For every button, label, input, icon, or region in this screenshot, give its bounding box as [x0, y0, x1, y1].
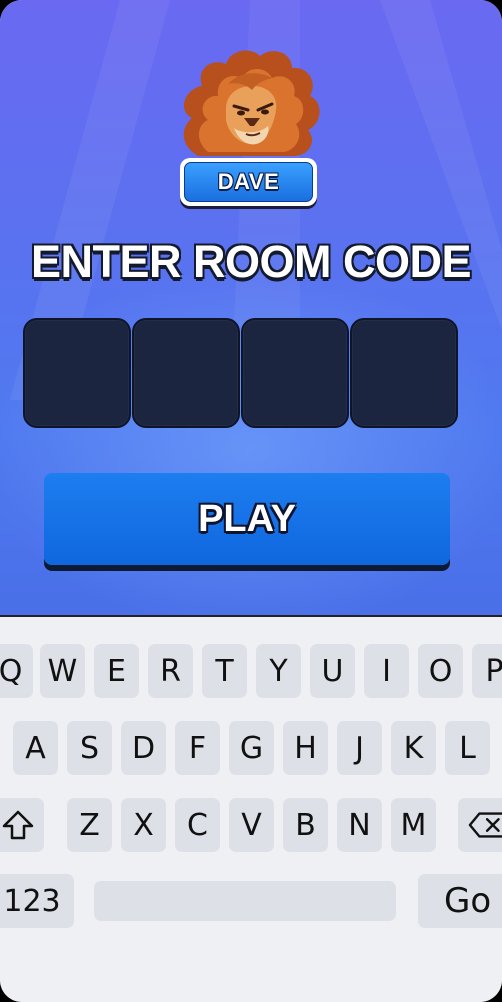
code-box-1[interactable]	[23, 318, 131, 428]
player-name: DAVE	[217, 169, 280, 194]
key-m[interactable]: M	[391, 798, 436, 852]
space-key[interactable]	[94, 881, 396, 921]
key-k[interactable]: K	[391, 721, 436, 775]
key-d[interactable]: D	[121, 721, 166, 775]
code-box-3[interactable]	[241, 318, 349, 428]
key-s[interactable]: S	[67, 721, 112, 775]
key-f[interactable]: F	[175, 721, 220, 775]
on-screen-keyboard: Q W E R T Y U I O P A S D F G H J K L Z …	[0, 617, 502, 1002]
phone-screen: DAVE ENTER ROOM CODE PLAY Q W E R T Y U …	[0, 0, 502, 1002]
shift-icon	[2, 810, 34, 840]
key-v[interactable]: V	[229, 798, 274, 852]
key-e[interactable]: E	[94, 644, 139, 698]
key-y[interactable]: Y	[256, 644, 301, 698]
key-w[interactable]: W	[40, 644, 85, 698]
code-box-2[interactable]	[132, 318, 240, 428]
key-r[interactable]: R	[148, 644, 193, 698]
key-a[interactable]: A	[13, 721, 58, 775]
key-b[interactable]: B	[283, 798, 328, 852]
key-g[interactable]: G	[229, 721, 274, 775]
key-c[interactable]: C	[175, 798, 220, 852]
page-title: ENTER ROOM CODE	[30, 236, 472, 287]
key-o[interactable]: O	[418, 644, 463, 698]
key-i[interactable]: I	[364, 644, 409, 698]
lion-avatar-icon	[183, 50, 320, 156]
shift-key[interactable]	[0, 798, 44, 852]
code-box-4[interactable]	[350, 318, 458, 428]
player-name-badge: DAVE	[180, 158, 317, 206]
key-u[interactable]: U	[310, 644, 355, 698]
key-x[interactable]: X	[121, 798, 166, 852]
key-h[interactable]: H	[283, 721, 328, 775]
key-n[interactable]: N	[337, 798, 382, 852]
key-z[interactable]: Z	[67, 798, 112, 852]
play-button-label: PLAY	[198, 497, 296, 540]
backspace-icon	[468, 812, 502, 838]
key-p[interactable]: P	[472, 644, 502, 698]
numbers-key[interactable]: 123	[0, 874, 74, 928]
backspace-key[interactable]	[458, 798, 502, 852]
game-panel: DAVE ENTER ROOM CODE PLAY	[0, 0, 502, 617]
key-t[interactable]: T	[202, 644, 247, 698]
key-j[interactable]: J	[337, 721, 382, 775]
play-button[interactable]: PLAY	[44, 473, 450, 565]
go-key[interactable]: Go	[418, 874, 502, 928]
key-q[interactable]: Q	[0, 644, 33, 698]
key-l[interactable]: L	[445, 721, 490, 775]
